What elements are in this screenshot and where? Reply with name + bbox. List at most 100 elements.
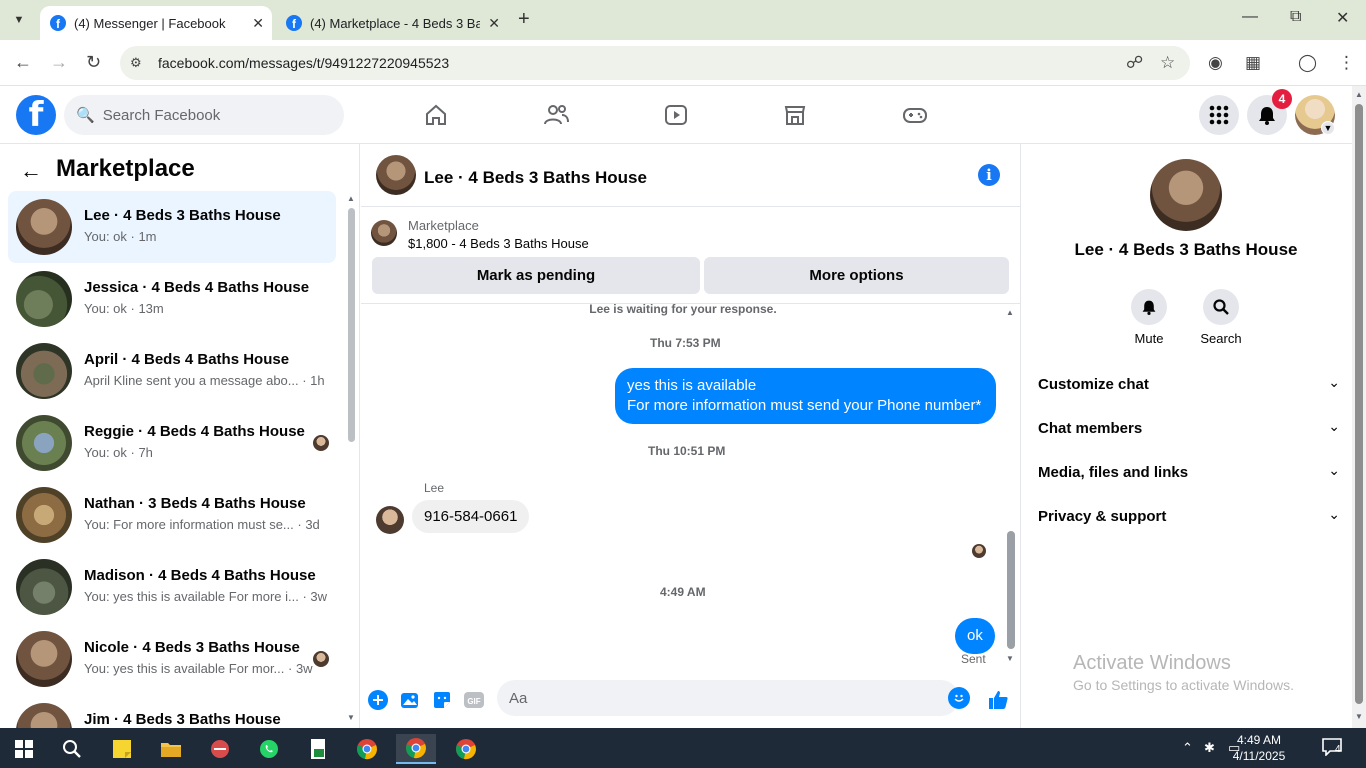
chat-item-nicole[interactable]: Nicole · 4 Beds 3 Baths House You: yes t… (8, 623, 336, 695)
tab-marketplace[interactable]: f (4) Marketplace - 4 Beds 3 Bath ✕ (276, 6, 508, 40)
taskbar-search-icon[interactable] (52, 734, 92, 764)
mute-button[interactable]: Mute (1119, 289, 1179, 346)
message-composer: GIF Aa (361, 678, 1021, 722)
chat-item-jessica[interactable]: Jessica · 4 Beds 4 Baths House You: ok ·… (8, 263, 336, 335)
back-arrow-icon[interactable]: ← (20, 158, 42, 184)
back-icon[interactable]: ← (14, 52, 32, 73)
sticky-notes-icon[interactable] (102, 734, 142, 764)
minimize-icon[interactable]: — (1242, 8, 1258, 26)
notification-badge: 4 (1272, 89, 1292, 109)
tray-chevron-up-icon[interactable]: ⌃ (1182, 740, 1193, 756)
message-input[interactable]: Aa (497, 680, 970, 716)
chrome-icon[interactable] (446, 734, 486, 764)
tab-title: (4) Messenger | Facebook (74, 15, 226, 31)
sender-avatar[interactable] (376, 506, 404, 534)
conversation-title[interactable]: Lee · 4 Beds 3 Baths House (424, 168, 647, 188)
outgoing-message[interactable]: yes this is available For more informati… (615, 368, 996, 424)
system-clock[interactable]: 4:49 AM 4/11/2025 (1224, 732, 1294, 764)
reload-icon[interactable]: ↻ (86, 52, 101, 73)
marketplace-icon[interactable] (775, 100, 815, 130)
video-icon[interactable] (656, 100, 696, 130)
details-avatar[interactable] (1150, 159, 1222, 231)
facebook-search-input[interactable]: 🔍 Search Facebook (64, 95, 344, 135)
chevron-down-icon: ⌄ (1328, 418, 1340, 434)
scroll-down-icon[interactable]: ▼ (347, 713, 355, 722)
chat-members-section[interactable]: Chat members ⌄ (1038, 418, 1340, 442)
notification-center-icon[interactable]: 4 (1322, 738, 1348, 758)
restore-icon[interactable]: ⧉ (1290, 8, 1301, 26)
tab-close-icon[interactable]: ✕ (488, 15, 500, 32)
install-app-icon[interactable]: ☍ (1126, 53, 1143, 73)
search-in-conversation-button[interactable]: Search (1191, 289, 1251, 346)
page-scrollbar[interactable]: ▲ ▼ (1352, 86, 1366, 728)
profile-icon[interactable]: ◯ (1298, 53, 1317, 73)
home-icon[interactable] (416, 100, 456, 130)
menu-kebab-icon[interactable]: ⋮ (1338, 53, 1355, 73)
address-bar[interactable]: ⚙ facebook.com/messages/t/94912272209455… (120, 46, 1190, 80)
photo-icon[interactable] (399, 689, 421, 711)
more-options-button[interactable]: More options (704, 257, 1009, 294)
whatsapp-icon[interactable] (249, 734, 289, 764)
tab-close-icon[interactable]: ✕ (252, 15, 264, 32)
info-icon[interactable]: i (978, 164, 1000, 186)
section-label: Customize chat (1038, 376, 1149, 393)
scroll-up-icon[interactable]: ▲ (1355, 90, 1363, 99)
chrome-icon[interactable] (396, 734, 436, 764)
like-thumb-icon[interactable] (987, 689, 1009, 711)
tab-search-chevron-icon[interactable]: ▼ (6, 8, 32, 32)
menu-grid-icon[interactable] (1199, 95, 1239, 135)
listing-price[interactable]: $1,800 - 4 Beds 3 Baths House (408, 236, 589, 251)
scrollbar-thumb[interactable] (348, 208, 355, 442)
gaming-icon[interactable] (895, 100, 935, 130)
customize-chat-section[interactable]: Customize chat ⌄ (1038, 374, 1340, 398)
section-label: Chat members (1038, 420, 1143, 437)
scrollbar-thumb[interactable] (1355, 104, 1363, 704)
forward-icon[interactable]: → (50, 52, 68, 73)
browser-toolbar: ← → ↻ ⚙ facebook.com/messages/t/94912272… (0, 40, 1366, 86)
chat-item-reggie[interactable]: Reggie · 4 Beds 4 Baths House You: ok · … (8, 407, 336, 479)
chat-item-lee[interactable]: Lee · 4 Beds 3 Baths House You: ok · 1m (8, 191, 336, 263)
chat-item-madison[interactable]: Madison · 4 Beds 4 Baths House You: yes … (8, 551, 336, 623)
listing-thumbnail[interactable] (371, 220, 397, 246)
app-icon[interactable] (200, 734, 240, 764)
scroll-down-icon[interactable]: ▼ (1006, 654, 1014, 663)
network-icon[interactable]: ✱ (1204, 740, 1215, 756)
extensions-icon[interactable]: ▦ (1245, 53, 1261, 73)
new-tab-icon[interactable]: + (518, 8, 530, 31)
chat-item-nathan[interactable]: Nathan · 3 Beds 4 Baths House You: For m… (8, 479, 336, 551)
conversation-avatar[interactable] (376, 155, 416, 195)
chat-item-april[interactable]: April · 4 Beds 4 Baths House April Kline… (8, 335, 336, 407)
friends-icon[interactable] (536, 100, 576, 130)
bookmark-star-icon[interactable]: ☆ (1160, 53, 1175, 73)
chat-thumbnail (16, 631, 72, 687)
bell-icon (1131, 289, 1167, 325)
document-app-icon[interactable] (298, 734, 338, 764)
scroll-up-icon[interactable]: ▲ (1006, 308, 1014, 317)
windows-start-icon[interactable] (4, 734, 44, 764)
url-text: facebook.com/messages/t/9491227220945523 (158, 55, 450, 71)
sticker-icon[interactable] (431, 689, 453, 711)
chat-list-scrollbar[interactable]: ▲ ▼ (347, 194, 355, 724)
incoming-message[interactable]: 916-584-0661 (412, 500, 530, 533)
chat-thumbnail (16, 199, 72, 255)
chrome-icon[interactable] (347, 734, 387, 764)
media-files-links-section[interactable]: Media, files and links ⌄ (1038, 462, 1340, 486)
mark-as-pending-button[interactable]: Mark as pending (372, 257, 700, 294)
window-close-icon[interactable]: ✕ (1336, 8, 1349, 28)
scrollbar-thumb[interactable] (1007, 531, 1015, 649)
plus-icon[interactable] (367, 689, 389, 711)
site-info-icon[interactable]: ⚙ (130, 55, 150, 71)
facebook-logo-icon[interactable]: f (16, 95, 56, 135)
chat-item-jim[interactable]: Jim · 4 Beds 3 Baths House (8, 695, 336, 728)
emoji-icon[interactable] (948, 687, 970, 709)
account-chevron-icon[interactable]: ▼ (1321, 121, 1335, 135)
privacy-support-section[interactable]: Privacy & support ⌄ (1038, 506, 1340, 530)
tab-messenger[interactable]: f (4) Messenger | Facebook ✕ (40, 6, 272, 40)
gif-icon[interactable]: GIF (463, 689, 485, 711)
scroll-down-icon[interactable]: ▼ (1355, 712, 1363, 721)
copilot-icon[interactable]: ◉ (1208, 53, 1223, 73)
scroll-up-icon[interactable]: ▲ (347, 194, 355, 203)
message-scrollbar[interactable]: ▲ ▼ (1006, 304, 1016, 664)
file-explorer-icon[interactable] (151, 734, 191, 764)
outgoing-message[interactable]: ok (955, 618, 995, 654)
